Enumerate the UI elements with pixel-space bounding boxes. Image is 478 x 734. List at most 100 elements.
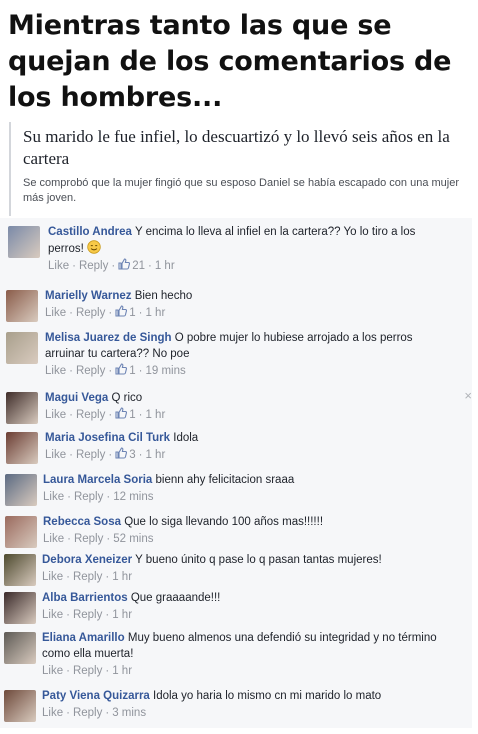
avatar[interactable] bbox=[4, 592, 36, 624]
comment-timestamp[interactable]: 12 mins bbox=[113, 491, 153, 503]
comment-timestamp[interactable]: 1 hr bbox=[145, 409, 165, 421]
comment-body: Melisa Juarez de Singh O pobre mujer lo … bbox=[45, 330, 445, 379]
avatar[interactable] bbox=[5, 516, 37, 548]
separator-dot: · bbox=[108, 307, 113, 319]
comment-text: Y bueno únito q pase lo q pasan tantas m… bbox=[135, 554, 382, 566]
shared-article[interactable]: Su marido le fue infiel, lo descuartizó … bbox=[9, 122, 474, 216]
avatar[interactable] bbox=[5, 474, 37, 506]
comment-timestamp[interactable]: 1 hr bbox=[155, 260, 175, 272]
comment-author-link[interactable]: Debora Xeneizer bbox=[42, 554, 132, 566]
comment-author-link[interactable]: Castillo Andrea bbox=[48, 226, 132, 238]
reply-link[interactable]: Reply bbox=[73, 571, 102, 583]
like-count-number: 1 bbox=[129, 365, 136, 377]
avatar[interactable] bbox=[8, 226, 40, 258]
reply-link[interactable]: Reply bbox=[76, 365, 105, 377]
separator-dot: · bbox=[67, 491, 71, 503]
comment-author-link[interactable]: Laura Marcela Soria bbox=[43, 474, 152, 486]
comment-timestamp[interactable]: 1 hr bbox=[145, 307, 165, 319]
separator-dot: · bbox=[138, 449, 143, 461]
like-link[interactable]: Like bbox=[45, 365, 66, 377]
comment-content: Paty Viena Quizarra Idola yo haria lo mi… bbox=[42, 688, 462, 704]
comment-content: Eliana Amarillo Muy bueno almenos una de… bbox=[42, 630, 462, 662]
like-link[interactable]: Like bbox=[48, 260, 69, 272]
reply-link[interactable]: Reply bbox=[73, 609, 102, 621]
comment-body: Eliana Amarillo Muy bueno almenos una de… bbox=[42, 630, 462, 679]
comment-timestamp[interactable]: 3 mins bbox=[112, 707, 146, 719]
like-link[interactable]: Like bbox=[42, 665, 63, 677]
thumbs-up-icon bbox=[115, 305, 128, 317]
comment-author-link[interactable]: Marielly Warnez bbox=[45, 290, 132, 302]
separator-dot: · bbox=[138, 365, 143, 377]
thumbs-up-icon bbox=[115, 447, 128, 459]
comment-actions: Like · Reply · 1 hr bbox=[42, 607, 462, 623]
avatar[interactable] bbox=[6, 332, 38, 364]
comment-timestamp[interactable]: 52 mins bbox=[113, 533, 153, 545]
comment-content: Marielly Warnez Bien hecho bbox=[45, 288, 465, 304]
comment-author-link[interactable]: Melisa Juarez de Singh bbox=[45, 332, 172, 344]
like-count[interactable]: 1 bbox=[115, 407, 136, 423]
reply-link[interactable]: Reply bbox=[76, 307, 105, 319]
article-summary: Se comprobó que la mujer fingió que su e… bbox=[23, 177, 459, 204]
reply-link[interactable]: Reply bbox=[73, 707, 102, 719]
comment-timestamp[interactable]: 1 hr bbox=[145, 449, 165, 461]
comment-content: Laura Marcela Soria bienn ahy felicitaci… bbox=[43, 472, 463, 488]
avatar[interactable] bbox=[4, 554, 36, 586]
comment-actions: Like · Reply · 1 hr bbox=[42, 663, 462, 679]
separator-dot: · bbox=[106, 533, 111, 545]
separator-dot: · bbox=[148, 260, 152, 272]
comment-timestamp[interactable]: 19 mins bbox=[145, 365, 185, 377]
comment-author-link[interactable]: Rebecca Sosa bbox=[43, 516, 121, 528]
reply-link[interactable]: Reply bbox=[73, 665, 102, 677]
comment-author-link[interactable]: Paty Viena Quizarra bbox=[42, 690, 150, 702]
close-icon[interactable]: × bbox=[464, 388, 472, 403]
reply-link[interactable]: Reply bbox=[74, 533, 103, 545]
comment-timestamp[interactable]: 1 hr bbox=[112, 609, 132, 621]
like-count[interactable]: 1 bbox=[115, 305, 136, 321]
separator-dot: · bbox=[69, 307, 73, 319]
comment-body: Marielly Warnez Bien hecho Like · Reply · 1 · 1… bbox=[45, 288, 465, 321]
comment-timestamp[interactable]: 1 hr bbox=[112, 665, 132, 677]
comment-text: bienn ahy felicitacion sraaa bbox=[155, 474, 295, 486]
avatar[interactable] bbox=[4, 632, 36, 664]
comment-text: Idola bbox=[173, 432, 199, 444]
avatar[interactable] bbox=[6, 432, 38, 464]
like-link[interactable]: Like bbox=[42, 707, 63, 719]
reply-link[interactable]: Reply bbox=[76, 409, 105, 421]
comment-body: Maria Josefina Cil Turk Idola Like · Reply ·… bbox=[45, 430, 465, 463]
comment-actions: Like · Reply · 52 mins bbox=[43, 531, 463, 547]
separator-dot: · bbox=[66, 609, 70, 621]
avatar[interactable] bbox=[4, 690, 36, 722]
reply-link[interactable]: Reply bbox=[76, 449, 105, 461]
comment-actions: Like · Reply · 1 · 1 hr bbox=[45, 305, 465, 321]
like-link[interactable]: Like bbox=[42, 609, 63, 621]
separator-dot: · bbox=[138, 409, 143, 421]
thumbs-up-icon bbox=[115, 407, 128, 419]
thumbs-up-icon bbox=[115, 363, 128, 375]
like-count[interactable]: 21 bbox=[118, 258, 145, 274]
avatar[interactable] bbox=[6, 392, 38, 424]
comment-author-link[interactable]: Maria Josefina Cil Turk bbox=[45, 432, 170, 444]
avatar[interactable] bbox=[6, 290, 38, 322]
like-link[interactable]: Like bbox=[43, 491, 64, 503]
like-count[interactable]: 1 bbox=[115, 363, 136, 379]
comment-timestamp[interactable]: 1 hr bbox=[112, 571, 132, 583]
like-link[interactable]: Like bbox=[45, 449, 66, 461]
comment-author-link[interactable]: Alba Barrientos bbox=[42, 592, 128, 604]
like-link[interactable]: Like bbox=[43, 533, 64, 545]
smile-icon bbox=[87, 240, 101, 254]
comment-actions: Like · Reply · 12 mins bbox=[43, 489, 463, 505]
reply-link[interactable]: Reply bbox=[74, 491, 103, 503]
separator-dot: · bbox=[66, 571, 70, 583]
comment-author-link[interactable]: Eliana Amarillo bbox=[42, 632, 125, 644]
separator-dot: · bbox=[108, 449, 113, 461]
separator-dot: · bbox=[67, 533, 71, 545]
like-link[interactable]: Like bbox=[45, 409, 66, 421]
like-link[interactable]: Like bbox=[45, 307, 66, 319]
separator-dot: · bbox=[105, 609, 110, 621]
article-headline[interactable]: Su marido le fue infiel, lo descuartizó … bbox=[23, 126, 468, 170]
like-link[interactable]: Like bbox=[42, 571, 63, 583]
reply-link[interactable]: Reply bbox=[79, 260, 108, 272]
like-count[interactable]: 3 bbox=[115, 447, 136, 463]
comment-author-link[interactable]: Magui Vega bbox=[45, 392, 108, 404]
comment-actions: Like · Reply · 1 · 19 mins bbox=[45, 363, 445, 379]
